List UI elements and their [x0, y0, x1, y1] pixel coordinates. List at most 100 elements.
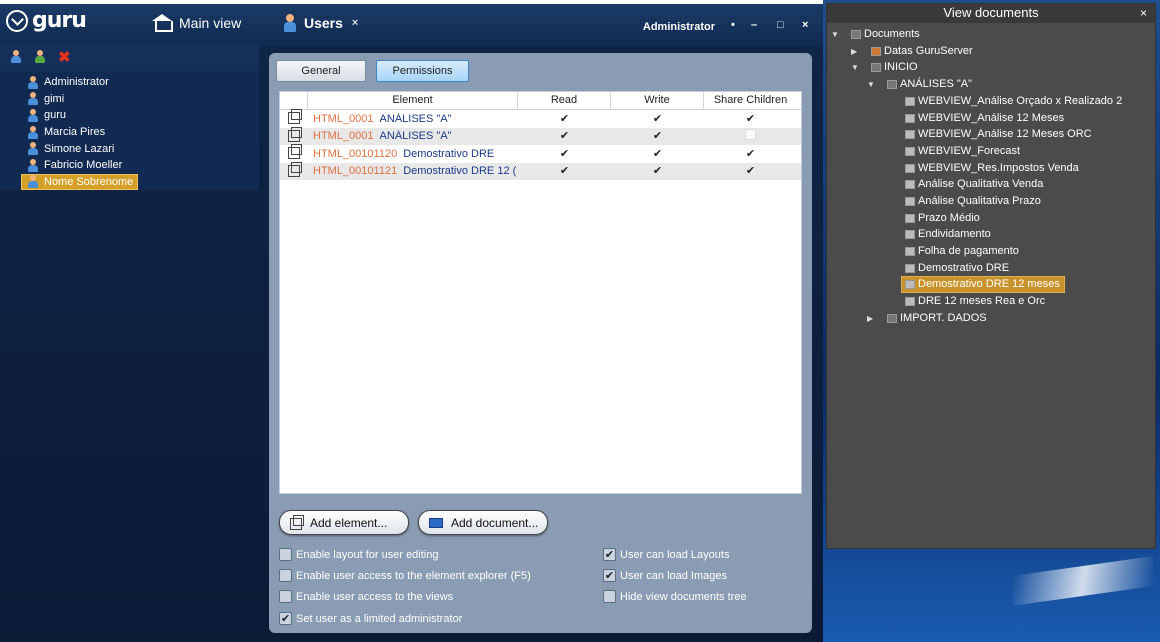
close-button[interactable]: × [802, 19, 808, 31]
share-checkbox[interactable]: ✔ [745, 113, 756, 125]
column-share-children[interactable]: Share Children [704, 92, 797, 109]
list-item[interactable]: Simone Lazari [0, 140, 259, 157]
tree-node-selected[interactable]: Demostrativo DRE 12 meses [901, 276, 1065, 293]
table-row[interactable]: HTML_0001 ANÁLISES "A" ✔ ✔ [280, 126, 801, 145]
option-element-explorer[interactable]: Enable user access to the element explor… [279, 569, 531, 582]
tree-node[interactable]: WEBVIEW_Análise 12 Meses ORC [905, 126, 1092, 143]
chevron-right-icon[interactable]: ▶ [851, 47, 861, 56]
read-checkbox[interactable]: ✔ [559, 113, 570, 125]
tree-node[interactable]: Demostrativo DRE [905, 260, 1009, 277]
add-element-button[interactable]: Add element... [279, 510, 409, 535]
tree-node[interactable]: Prazo Médio [905, 210, 980, 227]
tree-node[interactable]: WEBVIEW_Forecast [905, 143, 1020, 160]
option-enable-layout[interactable]: Enable layout for user editing [279, 548, 438, 561]
guru-logo: guru [6, 10, 87, 32]
tree-node[interactable]: WEBVIEW_Res.Impostos Venda [905, 160, 1079, 177]
write-checkbox[interactable]: ✔ [652, 166, 663, 177]
tab-permissions[interactable]: Permissions [376, 60, 469, 82]
folder-icon [871, 62, 881, 72]
option-label: User can load Layouts [620, 548, 730, 561]
table-row[interactable]: HTML_00101121 Demostrativo DRE 12 ( ✔ ✔ ✔ [280, 161, 801, 180]
checkbox[interactable] [279, 590, 292, 603]
tab-general[interactable]: General [276, 60, 366, 82]
folder-icon [851, 29, 861, 39]
node-label: IMPORT. DADOS [900, 312, 987, 325]
option-load-layouts[interactable]: ✔ User can load Layouts [603, 548, 729, 561]
document-icon [905, 129, 915, 139]
list-item[interactable]: guru [0, 107, 259, 124]
chevron-down-icon[interactable]: ▼ [867, 80, 877, 89]
view-documents-panel: View documents × ▼ Documents ▶ Datas GuruS… [826, 3, 1156, 549]
current-user-label: Administrator [642, 21, 715, 33]
chevron-down-icon[interactable]: ▼ [831, 30, 841, 39]
checkbox[interactable]: ✔ [603, 548, 616, 561]
checkbox[interactable] [279, 548, 292, 561]
table-row[interactable]: HTML_00101120 Demostrativo DRE ✔ ✔ ✔ [280, 144, 801, 163]
option-limited-admin[interactable]: ✔ Set user as a limited administrator [279, 612, 462, 625]
tree-node[interactable]: Endividamento [905, 226, 991, 243]
list-item-selected[interactable]: Nome Sobrenome [21, 173, 138, 191]
tree-node[interactable]: ▶ IMPORT. DADOS [867, 310, 987, 327]
read-checkbox[interactable]: ✔ [559, 166, 570, 177]
minimize-button[interactable]: – [751, 19, 757, 31]
element-name: Demostrativo DRE [403, 147, 495, 160]
chevron-down-icon[interactable]: ▼ [851, 63, 861, 72]
checkbox[interactable]: ✔ [279, 612, 292, 625]
options-button[interactable]: • [731, 19, 735, 31]
option-hide-tree[interactable]: Hide view documents tree [603, 590, 747, 603]
share-checkbox[interactable] [745, 129, 756, 141]
share-checkbox[interactable]: ✔ [745, 148, 756, 160]
tree-node[interactable]: ▼ INICIO [851, 59, 918, 76]
read-checkbox[interactable]: ✔ [559, 131, 570, 142]
panel-title: View documents [943, 5, 1039, 20]
option-access-views[interactable]: Enable user access to the views [279, 590, 453, 603]
list-item[interactable]: Marcia Pires [0, 124, 259, 141]
tree-node[interactable]: Análise Qualitativa Prazo [905, 193, 1041, 210]
list-item[interactable]: Administrator [0, 74, 259, 91]
chevron-right-icon[interactable]: ▶ [867, 314, 877, 323]
node-label: WEBVIEW_Análise 12 Meses [918, 112, 1065, 125]
write-checkbox[interactable]: ✔ [652, 148, 663, 160]
list-item[interactable]: Fabricio Moeller [0, 157, 259, 174]
write-checkbox[interactable]: ✔ [652, 131, 663, 142]
user-name: Simone Lazari [44, 142, 115, 155]
read-checkbox[interactable]: ✔ [559, 148, 570, 160]
desktop-background: View documents × ▼ Documents ▶ Datas GuruS… [823, 0, 1160, 642]
document-icon [905, 213, 915, 223]
column-read[interactable]: Read [518, 92, 611, 109]
tree-node[interactable]: Análise Qualitativa Venda [905, 176, 1043, 193]
column-element[interactable]: Element [308, 92, 518, 109]
list-item[interactable]: gimi [0, 91, 259, 108]
tree-node[interactable]: Folha de pagamento [905, 243, 1019, 260]
column-write[interactable]: Write [611, 92, 704, 109]
add-group-icon[interactable] [34, 50, 50, 66]
share-checkbox[interactable]: ✔ [745, 166, 756, 177]
tree-node[interactable]: DRE 12 meses Rea e Orc [905, 293, 1045, 310]
add-user-icon[interactable] [10, 50, 26, 66]
tab-main-view[interactable]: Main view [152, 14, 241, 32]
node-label: DRE 12 meses Rea e Orc [918, 295, 1046, 308]
tree-node[interactable]: ▼ Documents [831, 26, 920, 43]
tree-node[interactable]: ▼ ANÁLISES "A" [867, 76, 972, 93]
user-icon [27, 92, 39, 106]
tab-users[interactable]: Users × [283, 14, 358, 32]
tree-node[interactable]: WEBVIEW_Análise Orçado x Realizado 2 [905, 93, 1122, 110]
checkbox[interactable] [603, 590, 616, 603]
option-load-images[interactable]: ✔ User can load Images [603, 569, 727, 582]
delete-icon[interactable]: ✖ [58, 50, 74, 66]
checkbox[interactable] [279, 569, 292, 582]
tree-node[interactable]: ▶ Datas GuruServer [851, 43, 973, 60]
tab-close-button[interactable]: × [352, 17, 358, 29]
element-cube-icon [288, 109, 302, 125]
checkbox[interactable]: ✔ [603, 569, 616, 582]
close-icon[interactable]: × [1140, 4, 1147, 22]
document-icon [429, 517, 443, 528]
user-icon [27, 75, 39, 89]
tree-node[interactable]: WEBVIEW_Análise 12 Meses [905, 110, 1064, 127]
write-checkbox[interactable]: ✔ [652, 113, 663, 125]
add-document-button[interactable]: Add document... [418, 510, 548, 535]
element-cube-icon [288, 161, 302, 177]
user-name: guru [44, 109, 67, 122]
maximize-button[interactable]: □ [777, 19, 784, 31]
table-row[interactable]: HTML_0001 ANÁLISES "A" ✔ ✔ ✔ [280, 109, 801, 128]
